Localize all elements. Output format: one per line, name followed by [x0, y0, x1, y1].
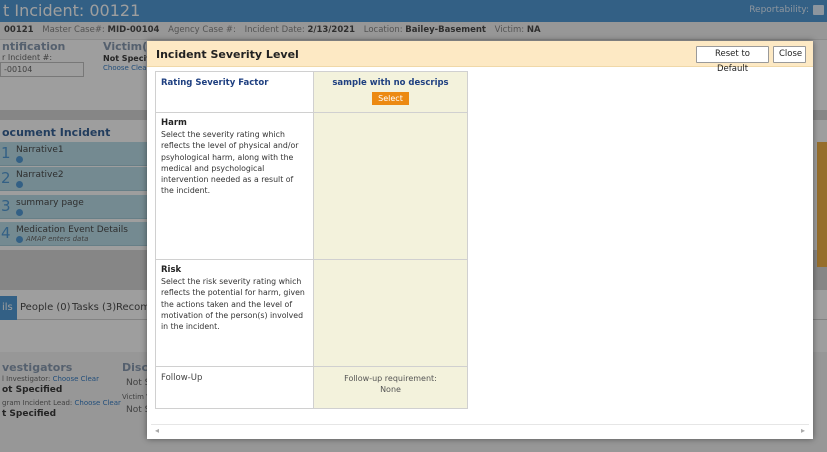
factor-row-risk: Risk Select the risk severity rating whi… — [155, 259, 468, 367]
factor-description: Select the risk severity rating which re… — [161, 277, 305, 332]
rating-cell-harm[interactable] — [313, 112, 468, 260]
scroll-right-arrow-icon[interactable]: ▸ — [801, 426, 805, 435]
rating-severity-factor-header: Rating Severity Factor — [155, 71, 314, 113]
followup-requirement-cell: Follow-up requirement: None — [313, 366, 468, 409]
followup-label: Follow-Up — [155, 366, 314, 409]
factor-name: Harm — [161, 118, 187, 128]
close-button[interactable]: Close — [773, 46, 806, 63]
incident-severity-modal: Incident Severity Level Reset to Default… — [147, 41, 813, 439]
factor-description: Select the severity rating which reflect… — [161, 130, 299, 196]
scroll-left-arrow-icon[interactable]: ◂ — [155, 426, 159, 435]
option-column-header: sample with no descrips Select — [313, 71, 468, 113]
factor-cell-harm: Harm Select the severity rating which re… — [155, 112, 314, 260]
followup-requirement-label: Follow-up requirement: — [344, 374, 437, 383]
factor-name: Risk — [161, 265, 182, 275]
followup-requirement-value: None — [380, 385, 401, 394]
option-name: sample with no descrips — [332, 78, 449, 88]
severity-rating-grid: Rating Severity Factor sample with no de… — [155, 71, 468, 409]
rating-cell-risk[interactable] — [313, 259, 468, 367]
horizontal-scrollbar[interactable]: ◂ ▸ — [151, 424, 809, 435]
factor-cell-risk: Risk Select the risk severity rating whi… — [155, 259, 314, 367]
modal-header: Incident Severity Level Reset to Default… — [147, 41, 813, 74]
select-button[interactable]: Select — [372, 92, 409, 105]
followup-row: Follow-Up Follow-up requirement: None — [155, 366, 468, 409]
reset-to-default-button[interactable]: Reset to Default — [696, 46, 769, 74]
factor-row-harm: Harm Select the severity rating which re… — [155, 112, 468, 260]
modal-title: Incident Severity Level — [156, 48, 299, 61]
grid-header-row: Rating Severity Factor sample with no de… — [155, 71, 468, 113]
